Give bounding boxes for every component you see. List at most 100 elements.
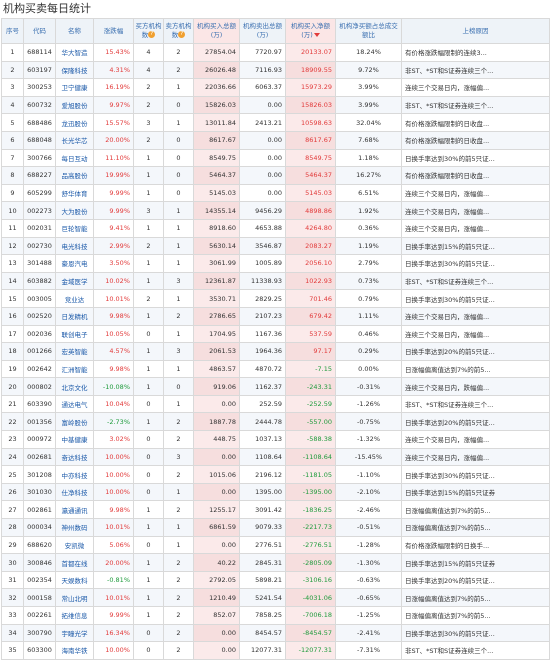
table-row[interactable]: 33 002261 拓维信息 9.99% 1 2 852.07 7858.25 -7006.18… <box>1 606 550 625</box>
table-row[interactable]: 20 000802 北京文化 -10.08% 1 0 919.06 1162.37 -243.3… <box>1 377 550 396</box>
cell-name[interactable]: 神州数码 <box>55 518 94 537</box>
cell-code[interactable]: 688620 <box>23 535 56 555</box>
cell-code[interactable]: 000802 <box>23 377 56 396</box>
table-row[interactable]: 34 300790 宇瞳光学 16.34% 0 2 0.00 8454.57 -8454.57-… <box>1 623 550 643</box>
cell-name[interactable]: 华大智造 <box>55 43 94 62</box>
cell-name[interactable]: 天娱数科 <box>55 570 94 590</box>
cell-name[interactable]: 汇洲智能 <box>55 359 94 379</box>
table-row[interactable]: 26 301030 仕净科技 10.00% 0 1 0.00 1395.00 -1395.00-… <box>1 482 550 502</box>
cell-name[interactable]: 电光科技 <box>55 236 94 256</box>
cell-code[interactable]: 002730 <box>23 236 56 256</box>
cell-name[interactable]: 品高股份 <box>55 166 94 185</box>
table-row[interactable]: 22 001356 富岭股份 -2.73% 1 2 1887.78 2444.78 -557.0… <box>1 412 550 432</box>
cell-name[interactable]: 舒华体育 <box>55 183 94 203</box>
table-row[interactable]: 16 002520 日发精机 9.98% 1 2 2786.65 2107.23 679.42 1… <box>1 306 550 326</box>
cell-code[interactable]: 688486 <box>23 113 56 132</box>
cell-code[interactable]: 301030 <box>23 482 56 502</box>
cell-name[interactable]: 中基健康 <box>55 430 94 449</box>
table-row[interactable]: 3 300253 卫宁健康 16.19% 2 1 22036.66 6063.37 15973.… <box>1 78 550 97</box>
cell-code[interactable]: 001356 <box>23 412 56 432</box>
col-header-sellers[interactable]: 卖方机构数? <box>163 18 194 44</box>
table-row[interactable]: 32 000158 常山北明 10.01% 1 2 1210.49 5241.54 -4031.… <box>1 588 550 607</box>
table-row[interactable]: 5 688486 龙迅股份 15.57% 3 1 13011.84 2413.21 10598.… <box>1 113 550 132</box>
table-row[interactable]: 2 603197 保隆科技 4.31% 4 2 26026.48 7116.93 18909.5… <box>1 60 550 80</box>
table-row[interactable]: 27 002861 瀛通通讯 9.98% 1 2 1255.17 3091.42 -1836.2… <box>1 500 550 520</box>
cell-code[interactable]: 002354 <box>23 570 56 590</box>
cell-code[interactable]: 002031 <box>23 218 56 238</box>
table-row[interactable]: 19 002642 汇洲智能 9.98% 1 1 4863.57 4870.72 -7.15 0.… <box>1 359 550 379</box>
cell-name[interactable]: 日发精机 <box>55 306 94 326</box>
cell-code[interactable]: 003005 <box>23 289 56 308</box>
cell-code[interactable]: 688048 <box>23 130 56 150</box>
cell-code[interactable]: 300766 <box>23 148 56 168</box>
table-row[interactable]: 4 600732 爱旭股份 9.97% 2 0 15826.03 0.00 15826.03 3.… <box>1 95 550 115</box>
table-row[interactable]: 11 002031 巨轮智能 9.41% 1 1 8918.60 4653.88 4264.80… <box>1 218 550 238</box>
table-row[interactable]: 10 002273 大为股份 9.99% 3 1 14355.14 9456.29 4898.8… <box>1 201 550 220</box>
col-header-ratio[interactable]: 机构净买额占总成交额比 <box>335 18 402 44</box>
table-row[interactable]: 8 688227 品高股份 19.99% 1 0 5464.37 0.00 5464.37 16.… <box>1 166 550 185</box>
cell-code[interactable]: 000034 <box>23 518 56 537</box>
table-row[interactable]: 9 605299 舒华体育 9.99% 1 0 5145.03 0.00 5145.03 6.51… <box>1 183 550 203</box>
cell-code[interactable]: 002036 <box>23 324 56 344</box>
table-row[interactable]: 6 688048 长光华芯 20.00% 2 0 8617.67 0.00 8617.67 7.6… <box>1 130 550 150</box>
col-header-buyers[interactable]: 买方机构数? <box>133 18 164 44</box>
cell-code[interactable]: 301488 <box>23 254 56 273</box>
table-row[interactable]: 18 001266 宏英智能 4.57% 1 3 2061.53 1964.36 97.17 0.… <box>1 342 550 361</box>
table-row[interactable]: 17 002036 联创电子 10.05% 0 1 1704.95 1167.36 537.59… <box>1 324 550 344</box>
cell-name[interactable]: 爱旭股份 <box>55 95 94 115</box>
cell-code[interactable]: 603300 <box>23 641 56 660</box>
table-row[interactable]: 35 603300 海南华铁 10.00% 0 2 0.00 12077.31 -12077.3… <box>1 641 550 660</box>
table-row[interactable]: 31 002354 天娱数科 -0.81% 1 2 2792.05 5898.21 -3106.… <box>1 570 550 590</box>
cell-name[interactable]: 拓维信息 <box>55 606 94 625</box>
table-row[interactable]: 21 603390 通达电气 10.04% 0 1 0.00 252.59 -252.59 -1.… <box>1 394 550 414</box>
cell-code[interactable]: 002642 <box>23 359 56 379</box>
cell-name[interactable]: 北京文化 <box>55 377 94 396</box>
cell-code[interactable]: 000972 <box>23 430 56 449</box>
table-row[interactable]: 30 300846 首都在线 20.00% 1 2 40.22 2845.31 -2805.09… <box>1 553 550 572</box>
table-row[interactable]: 28 000034 神州数码 10.01% 1 1 6861.59 9079.33 -2217.… <box>1 518 550 537</box>
cell-code[interactable]: 002861 <box>23 500 56 520</box>
cell-code[interactable]: 300253 <box>23 78 56 97</box>
cell-name[interactable]: 长光华芯 <box>55 130 94 150</box>
table-row[interactable]: 13 301488 豪恩汽电 3.50% 1 1 3061.99 1005.89 2056.10… <box>1 254 550 273</box>
cell-code[interactable]: 605299 <box>23 183 56 203</box>
cell-code[interactable]: 002261 <box>23 606 56 625</box>
table-row[interactable]: 7 300766 每日互动 11.10% 1 0 8549.75 0.00 8549.75 1.1… <box>1 148 550 168</box>
cell-name[interactable]: 竞业达 <box>55 289 94 308</box>
cell-name[interactable]: 瀛通通讯 <box>55 500 94 520</box>
cell-name[interactable]: 富岭股份 <box>55 412 94 432</box>
cell-name[interactable]: 大为股份 <box>55 201 94 220</box>
cell-code[interactable]: 002520 <box>23 306 56 326</box>
col-header-change[interactable]: 涨跌幅 <box>93 18 134 44</box>
table-row[interactable]: 23 000972 中基健康 3.02% 0 2 448.75 1037.13 -588.38-… <box>1 430 550 449</box>
cell-code[interactable]: 002273 <box>23 201 56 220</box>
table-row[interactable]: 1 688114 华大智造 15.43% 4 2 27854.04 7720.97 20133.… <box>1 43 550 62</box>
cell-name[interactable]: 每日互动 <box>55 148 94 168</box>
cell-name[interactable]: 龙迅股份 <box>55 113 94 132</box>
table-row[interactable]: 29 688620 安凯微 5.06% 0 1 0.00 2776.51 -2776.51 -1.… <box>1 535 550 555</box>
cell-name[interactable]: 中亦科技 <box>55 465 94 484</box>
cell-code[interactable]: 688114 <box>23 43 56 62</box>
cell-code[interactable]: 688227 <box>23 166 56 185</box>
cell-code[interactable]: 300846 <box>23 553 56 572</box>
cell-name[interactable]: 宇瞳光学 <box>55 623 94 643</box>
cell-code[interactable]: 001266 <box>23 342 56 361</box>
col-header-sell[interactable]: 机构卖出总额(万) <box>239 18 286 44</box>
help-icon[interactable]: ? <box>148 31 156 38</box>
col-header-buy[interactable]: 机构买入总额(万) <box>193 18 240 44</box>
cell-name[interactable]: 首都在线 <box>55 553 94 572</box>
cell-code[interactable]: 603390 <box>23 394 56 414</box>
cell-name[interactable]: 安凯微 <box>55 535 94 555</box>
cell-name[interactable]: 通达电气 <box>55 394 94 414</box>
cell-name[interactable]: 豪恩汽电 <box>55 254 94 273</box>
cell-name[interactable]: 金域医学 <box>55 271 94 291</box>
cell-name[interactable]: 海南华铁 <box>55 641 94 660</box>
cell-code[interactable]: 603197 <box>23 60 56 80</box>
cell-name[interactable]: 联创电子 <box>55 324 94 344</box>
cell-code[interactable]: 600732 <box>23 95 56 115</box>
table-row[interactable]: 12 002730 电光科技 2.99% 2 1 5630.14 3546.87 2083.27… <box>1 236 550 256</box>
cell-code[interactable]: 300790 <box>23 623 56 643</box>
table-row[interactable]: 24 002681 奋达科技 10.00% 0 3 0.00 1108.64 -1108.64-… <box>1 447 550 467</box>
cell-code[interactable]: 603882 <box>23 271 56 291</box>
cell-name[interactable]: 保隆科技 <box>55 60 94 80</box>
